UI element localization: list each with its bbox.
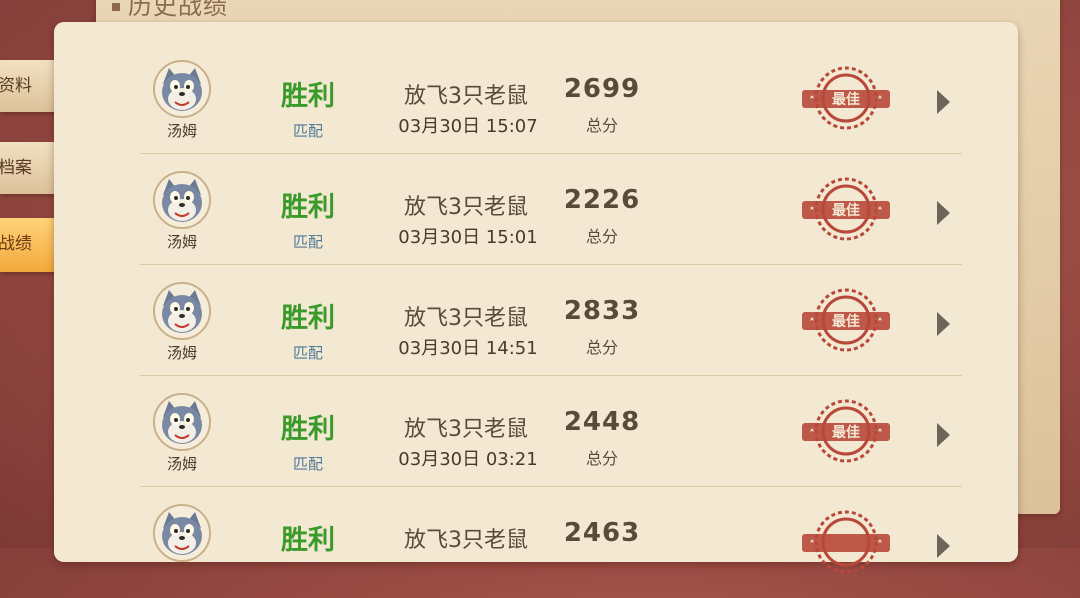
total-score: 2448 xyxy=(563,407,641,437)
tab-records-label: 战绩 xyxy=(0,234,32,254)
match-result: 胜利 xyxy=(281,303,335,334)
total-score-label: 总分 xyxy=(585,116,618,135)
match-objective: 放飞3只老鼠 xyxy=(404,306,528,331)
total-score: 2226 xyxy=(563,185,641,215)
tab-archive[interactable]: 档案 xyxy=(0,142,62,194)
player-name: 汤姆 xyxy=(166,344,197,362)
match-datetime: 03月30日 03:21 xyxy=(398,449,538,470)
tom-cat-avatar-icon xyxy=(153,393,211,451)
best-stamp-icon xyxy=(796,504,896,580)
player-name: 汤姆 xyxy=(166,122,197,140)
row-divider xyxy=(140,375,962,376)
svg-text:最佳: 最佳 xyxy=(832,424,860,441)
match-datetime: 03月30日 15:01 xyxy=(398,227,538,248)
chevron-right-icon[interactable] xyxy=(934,88,952,120)
match-result: 胜利 xyxy=(281,525,335,556)
tab-profile-label: 资料 xyxy=(0,76,32,96)
best-stamp-icon: 最佳 xyxy=(796,393,896,469)
chevron-right-icon[interactable] xyxy=(934,532,952,564)
tom-cat-avatar-icon xyxy=(153,171,211,229)
row-divider xyxy=(140,264,962,265)
match-objective: 放飞3只老鼠 xyxy=(404,417,528,442)
total-score-label: 总分 xyxy=(585,338,618,357)
svg-text:最佳: 最佳 xyxy=(832,313,860,330)
total-score: 2463 xyxy=(563,518,641,548)
chevron-right-icon[interactable] xyxy=(934,199,952,231)
row-divider xyxy=(140,486,962,487)
tom-cat-avatar-icon xyxy=(153,504,211,562)
match-result: 胜利 xyxy=(281,414,335,445)
match-datetime: 03月30日 14:51 xyxy=(398,338,538,359)
record-row[interactable]: 胜利 放飞3只老鼠 2463 xyxy=(78,488,996,598)
match-mode: 匹配 xyxy=(292,455,323,473)
best-stamp-icon: 最佳 xyxy=(796,60,896,136)
chevron-right-icon[interactable] xyxy=(934,421,952,453)
total-score: 2833 xyxy=(563,296,641,326)
player-name: 汤姆 xyxy=(166,455,197,473)
match-datetime: 03月30日 15:07 xyxy=(398,116,538,137)
record-row[interactable]: 汤姆 胜利 匹配 放飞3只老鼠 03月30日 14:51 2833 总分 最佳 xyxy=(78,266,996,376)
chevron-right-icon[interactable] xyxy=(934,310,952,342)
row-divider xyxy=(140,153,962,154)
match-result: 胜利 xyxy=(281,81,335,112)
best-stamp-icon: 最佳 xyxy=(796,171,896,247)
page-title: 历史战绩 xyxy=(112,0,228,21)
record-row[interactable]: 汤姆 胜利 匹配 放飞3只老鼠 03月30日 15:01 2226 总分 最佳 xyxy=(78,155,996,265)
tab-archive-label: 档案 xyxy=(0,158,32,178)
tom-cat-avatar-icon xyxy=(153,282,211,340)
match-objective: 放飞3只老鼠 xyxy=(404,84,528,109)
tab-profile[interactable]: 资料 xyxy=(0,60,62,112)
record-row[interactable]: 汤姆 胜利 匹配 放飞3只老鼠 03月30日 15:07 2699 总分 最佳 xyxy=(78,44,996,154)
total-score-label: 总分 xyxy=(585,449,618,468)
record-row[interactable]: 汤姆 胜利 匹配 放飞3只老鼠 03月30日 03:21 2448 总分 最佳 xyxy=(78,377,996,487)
match-objective: 放飞3只老鼠 xyxy=(404,528,528,553)
best-stamp-icon: 最佳 xyxy=(796,282,896,358)
player-name: 汤姆 xyxy=(166,233,197,251)
match-mode: 匹配 xyxy=(292,122,323,140)
match-mode: 匹配 xyxy=(292,344,323,362)
match-result: 胜利 xyxy=(281,192,335,223)
match-mode: 匹配 xyxy=(292,233,323,251)
match-objective: 放飞3只老鼠 xyxy=(404,195,528,220)
tom-cat-avatar-icon xyxy=(153,60,211,118)
total-score-label: 总分 xyxy=(585,227,618,246)
svg-text:最佳: 最佳 xyxy=(832,202,860,219)
svg-text:最佳: 最佳 xyxy=(832,91,860,108)
total-score: 2699 xyxy=(563,74,641,104)
